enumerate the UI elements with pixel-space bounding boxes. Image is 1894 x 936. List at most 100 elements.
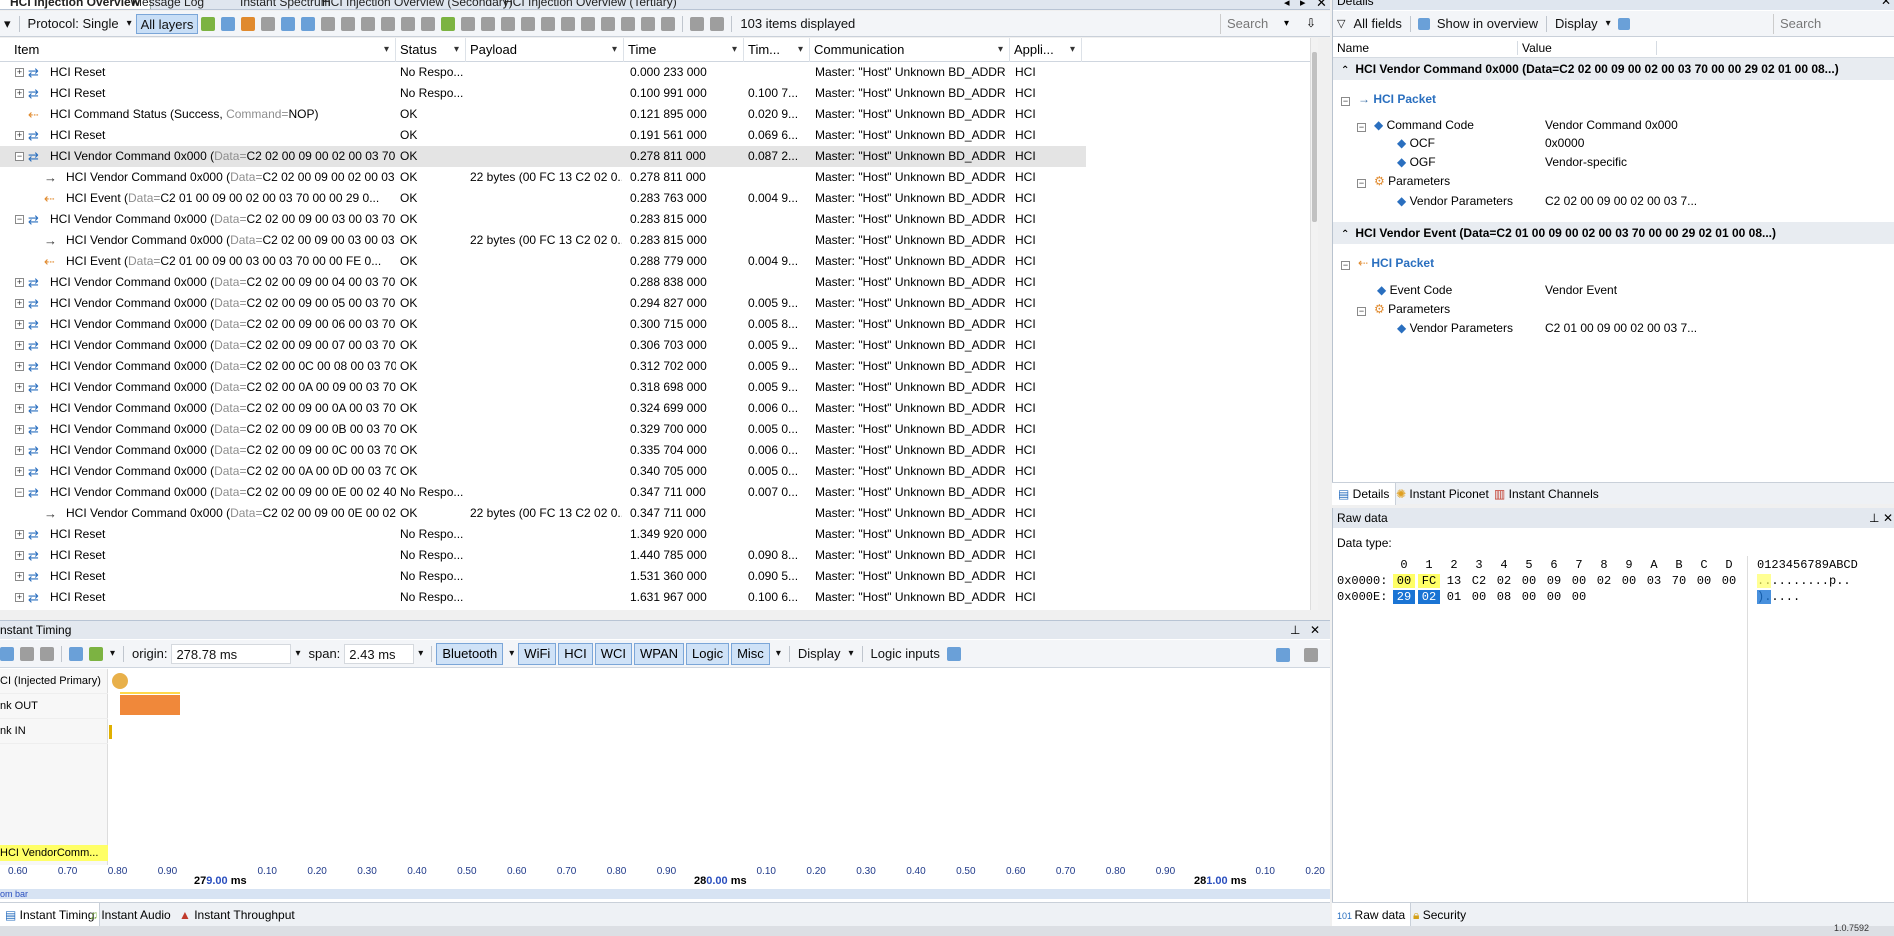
table-row[interactable]: ⇠ HCI Event (Data=C2 01 00 09 00 03 00 03… — [0, 251, 1086, 272]
table-row[interactable]: + ⇄ HCI Vendor Command 0x000 (Data=C2 02 0… — [0, 272, 1086, 293]
link-out-event-bar[interactable] — [120, 695, 180, 715]
tab-message-log[interactable]: Message Log — [122, 0, 214, 9]
all-layers-button[interactable]: All layers — [135, 13, 199, 34]
expand-toggle[interactable]: − — [15, 152, 24, 161]
timing-display-menu[interactable]: Display — [794, 644, 845, 664]
filter-wpan-button[interactable]: WPAN — [633, 642, 685, 665]
expand-toggle[interactable]: − — [15, 488, 24, 497]
clock-icon[interactable] — [661, 16, 676, 31]
vendor-parameters-row[interactable]: ◆ Vendor Parameters — [1397, 192, 1513, 210]
book-icon[interactable] — [561, 16, 576, 31]
column-delta-time[interactable]: Tim... ▾ — [744, 38, 810, 62]
table-row[interactable]: + ⇄ HCI Vendor Command 0x000 (Data=C2 02 0… — [0, 440, 1086, 461]
table-row[interactable]: + ⇄ HCI Reset No Respo... 1.531 360 000 0.090… — [0, 566, 1086, 587]
hex-byte[interactable]: 00 — [1468, 590, 1490, 604]
pan-hand-icon[interactable] — [20, 646, 34, 661]
protocol-dropdown-icon[interactable]: ▾ — [123, 14, 136, 34]
hex-view[interactable]: 0 1 2 3 4 5 6 7 8 9 A B C D 0123456789ABCD 0x0000: 00 FC 1… — [1333, 558, 1894, 618]
hex-byte[interactable]: 02 — [1493, 574, 1515, 588]
tab-instant-channels[interactable]: ▥ Instant Channels — [1488, 483, 1605, 505]
export-icon[interactable] — [1276, 646, 1290, 662]
tab-instant-piconet[interactable]: ✺ Instant Piconet — [1390, 483, 1495, 505]
filter-icon[interactable]: ▽ — [1333, 14, 1349, 34]
tab-raw-data[interactable]: 101 Raw data — [1332, 903, 1412, 927]
tab-scroll-right-icon[interactable]: ▸ — [1300, 0, 1306, 9]
pin-icon[interactable] — [401, 16, 416, 31]
tab-scroll-left-icon[interactable]: ◂ — [1284, 0, 1290, 9]
hex-byte[interactable]: 00 — [1618, 574, 1640, 588]
origin-input[interactable]: 278.78 ms — [171, 643, 292, 664]
event-parameters-row[interactable]: − ⚙ Parameters — [1357, 300, 1450, 318]
show-in-overview-button[interactable]: Show in overview — [1433, 14, 1542, 34]
column-status[interactable]: Status ▾ — [396, 38, 466, 62]
table-row[interactable]: + ⇄ HCI Reset No Respo... 1.440 785 000 0.090… — [0, 545, 1086, 566]
toolbar-dropdown-arrow[interactable]: ▾ — [0, 14, 15, 34]
expand-toggle[interactable]: + — [15, 68, 24, 77]
lane-link-out[interactable]: nk OUT — [0, 694, 108, 719]
details-search-input[interactable]: Search — [1773, 14, 1893, 34]
filter-wifi-button[interactable]: WiFi — [518, 642, 557, 665]
protocol-selector[interactable]: Protocol: Single — [24, 14, 123, 34]
event-code-row[interactable]: ◆ Event Code — [1377, 281, 1452, 299]
table-row[interactable]: → HCI Vendor Command 0x000 (Data=C2 02 00… — [0, 503, 1086, 524]
expand-toggle[interactable]: + — [15, 425, 24, 434]
download-icon[interactable] — [710, 16, 725, 31]
pin-icon[interactable]: ⊥ — [1869, 508, 1879, 528]
expand-toggle[interactable]: + — [15, 572, 24, 581]
table-row[interactable]: + ⇄ HCI Vendor Command 0x000 (Data=C2 02 0… — [0, 461, 1086, 482]
settings-icon[interactable] — [1304, 646, 1318, 662]
expand-toggle[interactable]: + — [15, 383, 24, 392]
expand-toggle[interactable]: + — [15, 299, 24, 308]
filter-hci-button[interactable]: HCI — [558, 642, 593, 665]
parameters-row[interactable]: − ⚙ Parameters — [1357, 172, 1450, 190]
tab-instant-audio[interactable]: ♫ Instant Audio — [84, 903, 176, 927]
expand-toggle[interactable]: + — [15, 446, 24, 455]
expand-toggle[interactable]: + — [15, 362, 24, 371]
hex-byte[interactable]: 00 — [1568, 590, 1590, 604]
link-in-event-bar[interactable] — [109, 725, 112, 739]
folder-icon[interactable] — [541, 16, 556, 31]
tab-overview-tertiary[interactable]: HCI Injection Overview (Tertiary) — [494, 0, 687, 9]
waveform-icon[interactable] — [946, 646, 961, 661]
origin-dropdown-icon[interactable]: ▾ — [291, 644, 304, 664]
column-time[interactable]: Time ▾ — [624, 38, 744, 62]
display-menu[interactable]: Display — [1551, 14, 1602, 34]
hex-byte[interactable]: 08 — [1493, 590, 1515, 604]
table-row[interactable]: → HCI Vendor Command 0x000 (Data=C2 02 00… — [0, 167, 1086, 188]
tab-instant-throughput[interactable]: ▲ Instant Throughput — [174, 903, 300, 927]
table-row[interactable]: + ⇄ HCI Vendor Command 0x000 (Data=C2 02 0… — [0, 398, 1086, 419]
expand-toggle[interactable]: + — [15, 320, 24, 329]
table-row[interactable]: + ⇄ HCI Vendor Command 0x000 (Data=C2 02 0… — [0, 293, 1086, 314]
column-item[interactable]: Item ▾ — [0, 38, 396, 62]
tab-security[interactable]: 🔒︎ Security — [1408, 903, 1471, 927]
grid-vertical-scrollbar[interactable] — [1310, 38, 1318, 610]
bluetooth-device-icon[interactable] — [112, 673, 128, 689]
table-row[interactable]: − ⇄ HCI Vendor Command 0x000 (Data=C2 02 0… — [0, 209, 1086, 230]
hex-byte[interactable]: 09 — [1543, 574, 1565, 588]
filter-wci-button[interactable]: WCI — [594, 642, 632, 665]
tools-icon[interactable] — [621, 16, 636, 31]
lanes-dropdown-icon[interactable]: ▾ — [106, 644, 119, 664]
hex-byte[interactable]: 00 — [1543, 590, 1565, 604]
event-vendor-parameters-row[interactable]: ◆ Vendor Parameters — [1397, 319, 1513, 337]
details-column-value[interactable]: Value — [1517, 41, 1657, 55]
span-dropdown-icon[interactable]: ▾ — [414, 644, 427, 664]
zoom-bar[interactable]: om bar — [0, 889, 1330, 899]
filter-misc-button[interactable]: Misc — [731, 642, 770, 665]
lanes-icon[interactable] — [89, 646, 103, 661]
details-close-icon[interactable]: ✕ — [1881, 0, 1891, 8]
hex-byte[interactable]: 00 — [1518, 590, 1540, 604]
hex-byte[interactable]: 70 — [1668, 574, 1690, 588]
document-icon[interactable] — [521, 16, 536, 31]
hex-byte[interactable]: C2 — [1468, 574, 1490, 588]
misc-dropdown-icon[interactable]: ▾ — [772, 644, 785, 664]
table-row[interactable]: + ⇄ HCI Reset No Respo... 1.631 967 000 0.100… — [0, 587, 1086, 608]
hex-byte[interactable]: 00 — [1693, 574, 1715, 588]
hex-byte[interactable]: 02 — [1593, 574, 1615, 588]
event-section-header[interactable]: ⌃ HCI Vendor Event (Data=C2 01 00 09 00 0… — [1333, 222, 1894, 244]
edit-icon[interactable] — [221, 16, 236, 31]
keyboard-icon[interactable] — [461, 16, 476, 31]
table-row[interactable]: + ⇄ HCI Vendor Command 0x000 (Data=C2 02 0… — [0, 356, 1086, 377]
filter-search-icon[interactable]: ⇩ — [1306, 16, 1316, 30]
link-icon[interactable] — [341, 16, 356, 31]
